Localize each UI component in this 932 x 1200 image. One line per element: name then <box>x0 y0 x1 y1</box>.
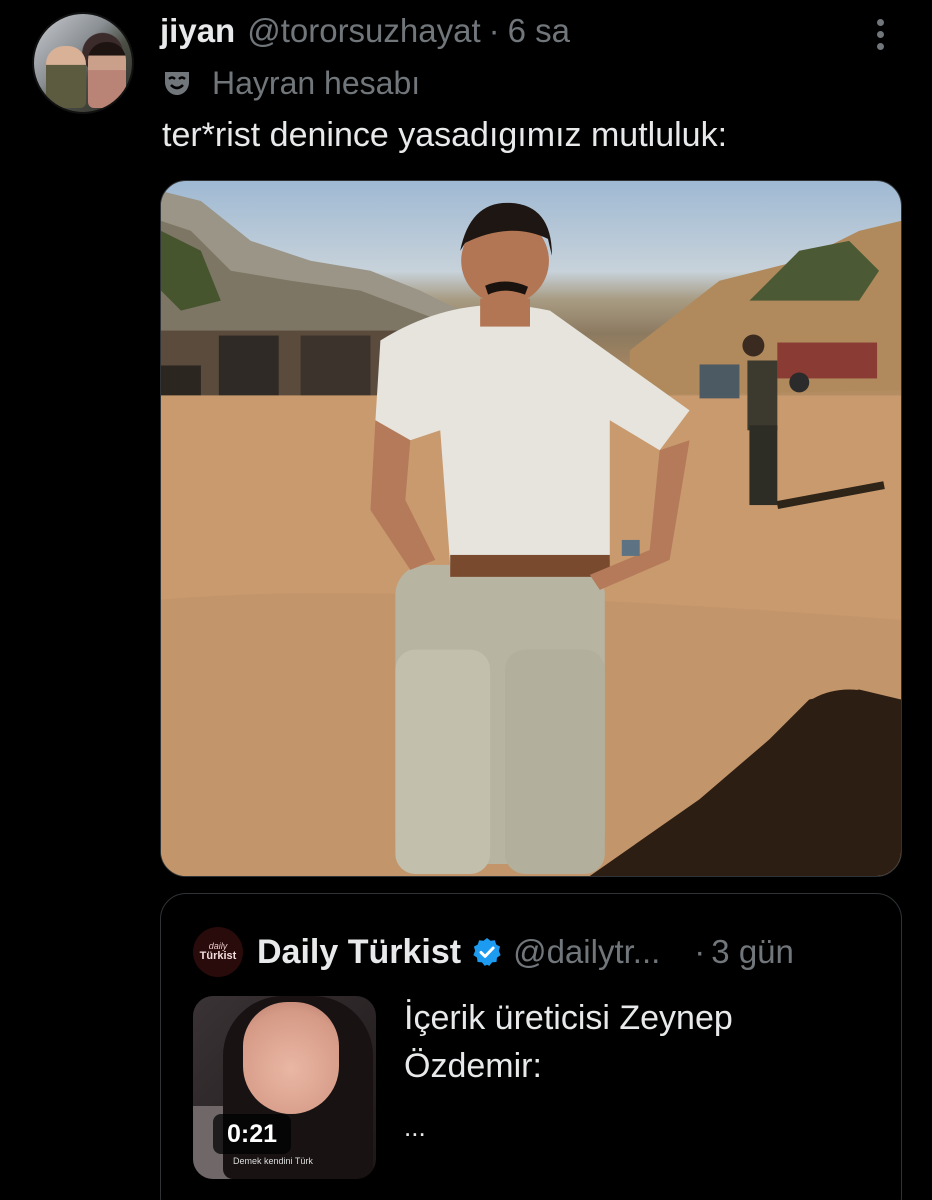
quoted-tweet-text: İçerik üreticisi Zeynep Özdemir: <box>404 999 733 1085</box>
quoted-header: Daily Türkist @dailytr... · 3 gün <box>257 924 794 980</box>
tweet-text: ter*rist denince yasadıgımız mutluluk: <box>162 116 728 154</box>
quoted-separator: · <box>694 933 706 970</box>
quoted-handle[interactable]: @dailytr... <box>513 933 660 971</box>
quoted-video-thumbnail[interactable]: 0:21 Demek kendini Türk <box>193 996 376 1179</box>
tweet-timestamp[interactable]: 6 sa <box>508 12 570 50</box>
quoted-author-avatar[interactable]: daily Türkist <box>193 927 243 977</box>
avatar-figure-right <box>88 42 126 108</box>
author-avatar[interactable] <box>32 12 134 114</box>
quoted-tweet-ellipsis: ... <box>404 1112 426 1142</box>
mask-icon <box>162 68 192 98</box>
more-dot <box>876 30 884 38</box>
header-separator: · <box>488 12 500 49</box>
video-caption: Demek kendini Türk <box>233 1156 313 1166</box>
more-vertical-icon[interactable] <box>866 14 894 54</box>
tweet-header: jiyan @tororsuzhayat · 6 sa <box>160 8 570 54</box>
author-handle[interactable]: @tororsuzhayat <box>247 12 480 50</box>
tweet-image[interactable] <box>160 180 902 877</box>
account-label[interactable]: Hayran hesabı <box>162 60 420 106</box>
avatar-figure-left <box>46 46 86 108</box>
verified-badge-icon <box>473 938 501 966</box>
logo-line2: Türkist <box>199 950 237 962</box>
photo-illustration <box>161 190 901 876</box>
account-label-text: Hayran hesabı <box>212 64 421 101</box>
quoted-display-name[interactable]: Daily Türkist <box>257 933 461 972</box>
video-duration-badge: 0:21 <box>213 1114 291 1154</box>
more-dot <box>876 42 884 50</box>
more-dot <box>876 18 884 26</box>
author-display-name[interactable]: jiyan <box>160 12 235 50</box>
quoted-timestamp[interactable]: 3 gün <box>711 933 794 971</box>
quoted-tweet-card[interactable]: daily Türkist Daily Türkist @dailytr... … <box>160 893 902 1200</box>
thumb-face <box>243 1002 339 1114</box>
